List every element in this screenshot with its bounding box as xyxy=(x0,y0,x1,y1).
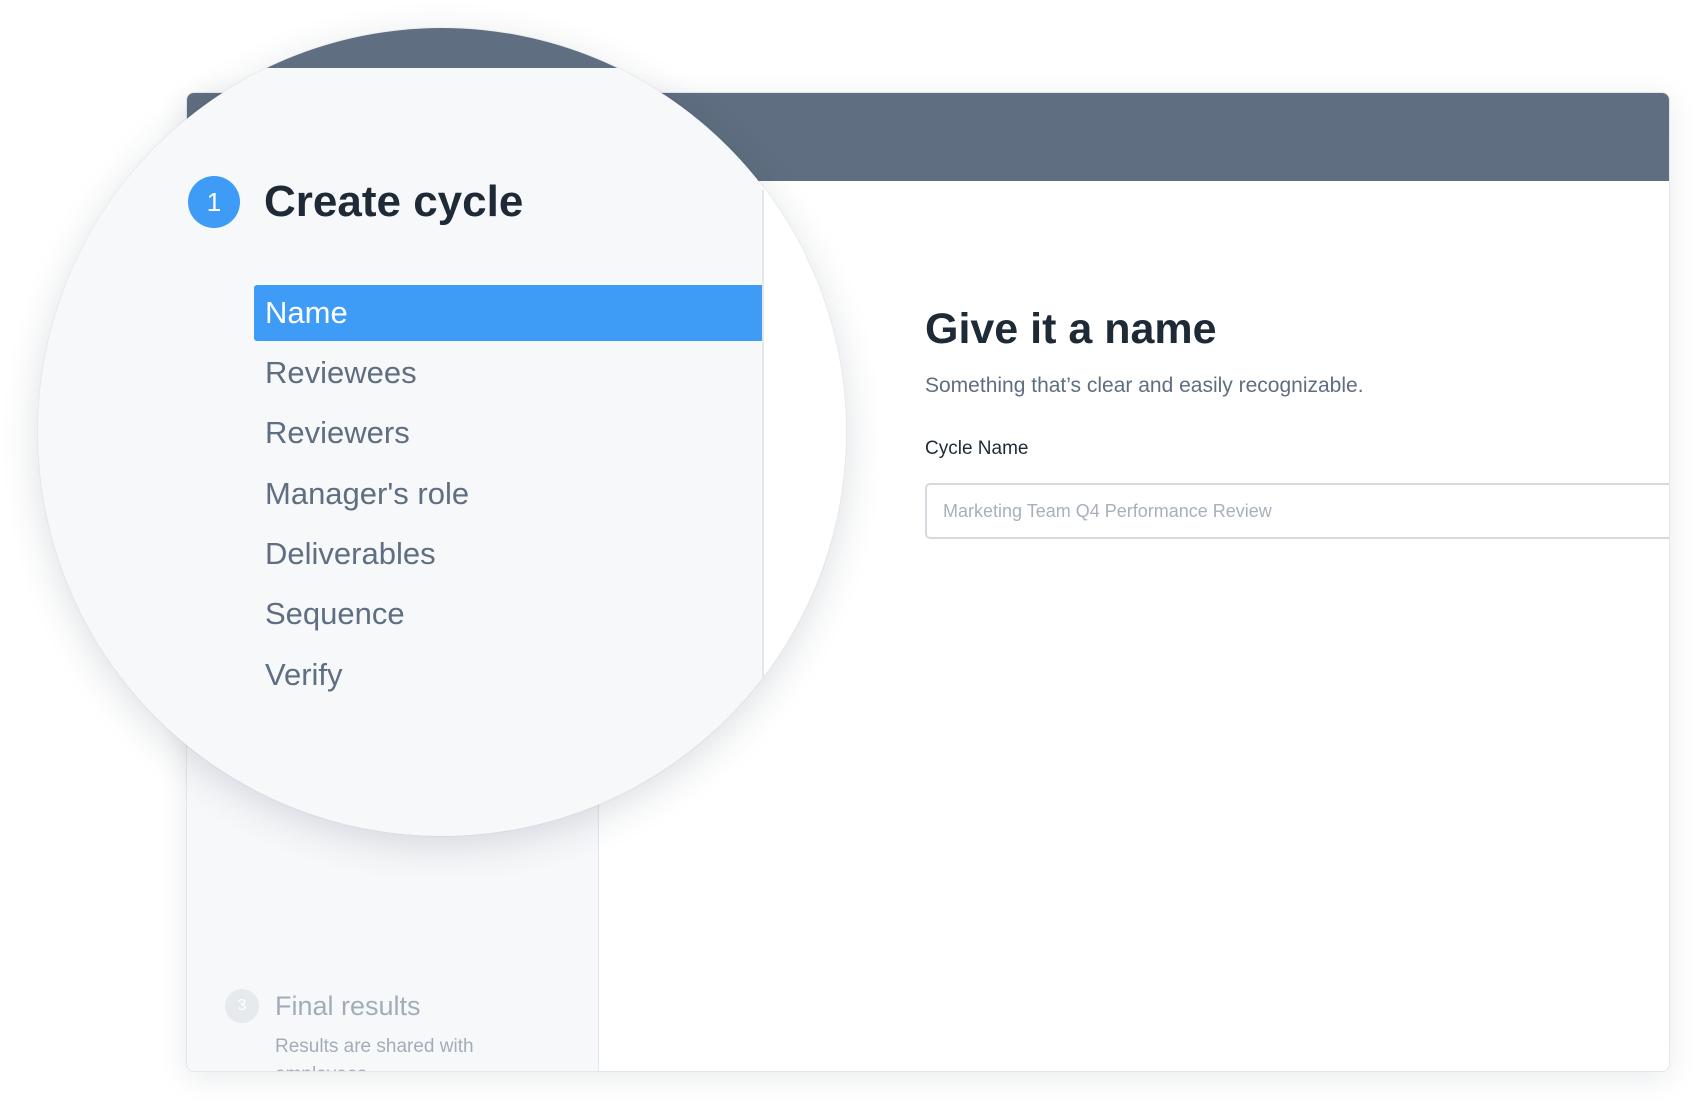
substep-managers-role[interactable]: Manager's role xyxy=(254,466,762,522)
substep-verify[interactable]: Verify xyxy=(254,647,762,703)
magnified-main-area xyxy=(764,68,846,836)
step-number-badge-active: 1 xyxy=(188,176,240,228)
cycle-name-input[interactable] xyxy=(925,483,1669,539)
substep-deliverables[interactable]: Deliverables xyxy=(254,526,762,582)
magnified-header-bar xyxy=(38,28,846,68)
step-number-badge: 3 xyxy=(225,989,259,1023)
sidebar-divider xyxy=(762,190,764,710)
step-title: Final results xyxy=(275,991,421,1021)
page-title: Give it a name xyxy=(925,305,1217,353)
substep-name[interactable]: Name xyxy=(254,285,762,341)
step-title-create-cycle[interactable]: Create cycle xyxy=(264,174,523,230)
substep-reviewees[interactable]: Reviewees xyxy=(254,345,762,401)
step-description: Results are shared with employees. xyxy=(275,1036,474,1071)
cycle-name-label: Cycle Name xyxy=(925,438,1029,459)
page-subtitle: Something that’s clear and easily recogn… xyxy=(925,374,1364,397)
magnifier-callout: 1 Create cycle Name Reviewees Reviewers … xyxy=(38,28,846,836)
substep-sequence[interactable]: Sequence xyxy=(254,586,762,642)
screenshot-stage: 3 Final results Results are shared with … xyxy=(0,0,1706,1118)
substep-reviewers[interactable]: Reviewers xyxy=(254,405,762,461)
